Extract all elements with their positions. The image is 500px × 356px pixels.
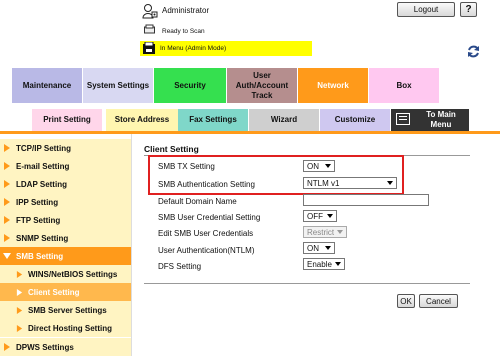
sidebar-item-ldap[interactable]: LDAP Setting <box>0 175 131 193</box>
tab-maintenance[interactable]: Maintenance <box>12 68 82 103</box>
footer-divider <box>144 283 470 284</box>
sidebar-item-label: Direct Hosting Setting <box>28 323 113 333</box>
sidebar-subitem-client-setting[interactable]: Client Setting <box>0 283 131 301</box>
triangle-right-icon <box>4 216 10 224</box>
sidebar-subitem-direct-hosting[interactable]: Direct Hosting Setting <box>0 319 131 337</box>
smb-user-credential-select[interactable]: OFF <box>303 210 337 222</box>
triangle-right-icon <box>4 180 10 188</box>
tab-divider <box>0 131 500 134</box>
triangle-right-icon <box>4 234 10 242</box>
sidebar-item-email[interactable]: E-mail Setting <box>0 157 131 175</box>
select-value: OFF <box>307 211 323 221</box>
chevron-down-icon <box>337 230 343 234</box>
sidebar-item-dpws[interactable]: DPWS Settings <box>0 338 131 356</box>
chevron-down-icon <box>335 262 341 266</box>
status-text: Ready to Scan <box>162 28 205 35</box>
main-menu-icon <box>396 113 410 125</box>
sidebar-subitem-wins[interactable]: WINS/NetBIOS Settings <box>0 265 131 283</box>
select-value: ON <box>307 243 319 253</box>
triangle-right-icon <box>16 270 23 278</box>
user-authentication-select[interactable]: ON <box>303 242 335 254</box>
sidebar-item-label: SMB Setting <box>16 251 64 261</box>
to-main-menu-button[interactable]: To Main Menu <box>391 109 469 131</box>
edit-smb-credentials-select: Restrict <box>303 226 347 238</box>
sidebar-divider <box>131 134 132 356</box>
triangle-right-icon <box>4 198 10 206</box>
sidebar-item-smb[interactable]: SMB Setting <box>0 247 131 265</box>
tab-store-address[interactable]: Store Address <box>106 109 178 131</box>
sidebar-item-label: Client Setting <box>28 287 80 297</box>
sidebar-item-label: SNMP Setting <box>16 233 69 243</box>
tab-wizard[interactable]: Wizard <box>249 109 319 131</box>
sidebar-item-snmp[interactable]: SNMP Setting <box>0 229 131 247</box>
mode-icon <box>142 41 156 55</box>
sidebar-item-ipp[interactable]: IPP Setting <box>0 193 131 211</box>
sidebar-item-label: IPP Setting <box>16 197 59 207</box>
triangle-right-icon <box>16 306 23 314</box>
ok-button[interactable]: OK <box>397 294 415 308</box>
to-main-menu-label: To Main Menu <box>426 110 456 129</box>
scan-status-icon <box>144 24 155 35</box>
sidebar-item-label: SMB Server Settings <box>28 305 107 315</box>
dfs-setting-label: DFS Setting <box>158 262 202 271</box>
tab-system-settings[interactable]: System Settings <box>83 68 153 103</box>
tab-user-auth[interactable]: User Auth/Account Track <box>227 68 297 103</box>
help-button[interactable]: ? <box>460 2 477 17</box>
sidebar-item-ftp[interactable]: FTP Setting <box>0 211 131 229</box>
sidebar-subitem-smb-server[interactable]: SMB Server Settings <box>0 301 131 319</box>
refresh-icon[interactable] <box>466 44 481 59</box>
tab-print-setting[interactable]: Print Setting <box>32 109 102 131</box>
cancel-button[interactable]: Cancel <box>419 294 458 308</box>
tab-security[interactable]: Security <box>154 68 226 103</box>
sidebar-item-label: E-mail Setting <box>16 161 70 171</box>
mode-text: In Menu (Admin Mode) <box>160 45 227 52</box>
select-value: Enable <box>307 259 332 269</box>
chevron-down-icon <box>327 214 333 218</box>
sidebar-item-label: LDAP Setting <box>16 179 67 189</box>
tab-fax-settings[interactable]: Fax Settings <box>178 109 248 131</box>
select-value: Restrict <box>307 227 335 237</box>
smb-user-credential-label: SMB User Credential Setting <box>158 213 261 222</box>
tab-network[interactable]: Network <box>298 68 368 103</box>
dfs-setting-select[interactable]: Enable <box>303 258 345 270</box>
sidebar-item-label: TCP/IP Setting <box>16 143 71 153</box>
user-authentication-label: User Authentication(NTLM) <box>158 246 255 255</box>
highlight-box <box>148 155 404 195</box>
administrator-icon <box>142 3 158 19</box>
sidebar-item-label: WINS/NetBIOS Settings <box>28 269 118 279</box>
triangle-right-icon <box>4 343 10 351</box>
user-label: Administrator <box>162 6 210 15</box>
triangle-right-icon <box>4 144 10 152</box>
tab-box[interactable]: Box <box>369 68 439 103</box>
triangle-right-icon <box>4 162 10 170</box>
logout-button[interactable]: Logout <box>397 2 455 17</box>
triangle-down-icon <box>3 253 11 259</box>
triangle-right-icon <box>16 324 23 332</box>
default-domain-input[interactable] <box>303 194 429 206</box>
default-domain-label: Default Domain Name <box>158 197 237 206</box>
sidebar-item-label: FTP Setting <box>16 215 61 225</box>
triangle-right-icon <box>16 288 23 296</box>
sidebar-item-tcpip[interactable]: TCP/IP Setting <box>0 139 131 157</box>
sidebar-item-label: DPWS Settings <box>16 342 74 352</box>
chevron-down-icon <box>325 246 331 250</box>
page-title: Client Setting <box>144 144 199 154</box>
tab-customize[interactable]: Customize <box>320 109 390 131</box>
edit-smb-credentials-label: Edit SMB User Credentials <box>158 229 254 238</box>
